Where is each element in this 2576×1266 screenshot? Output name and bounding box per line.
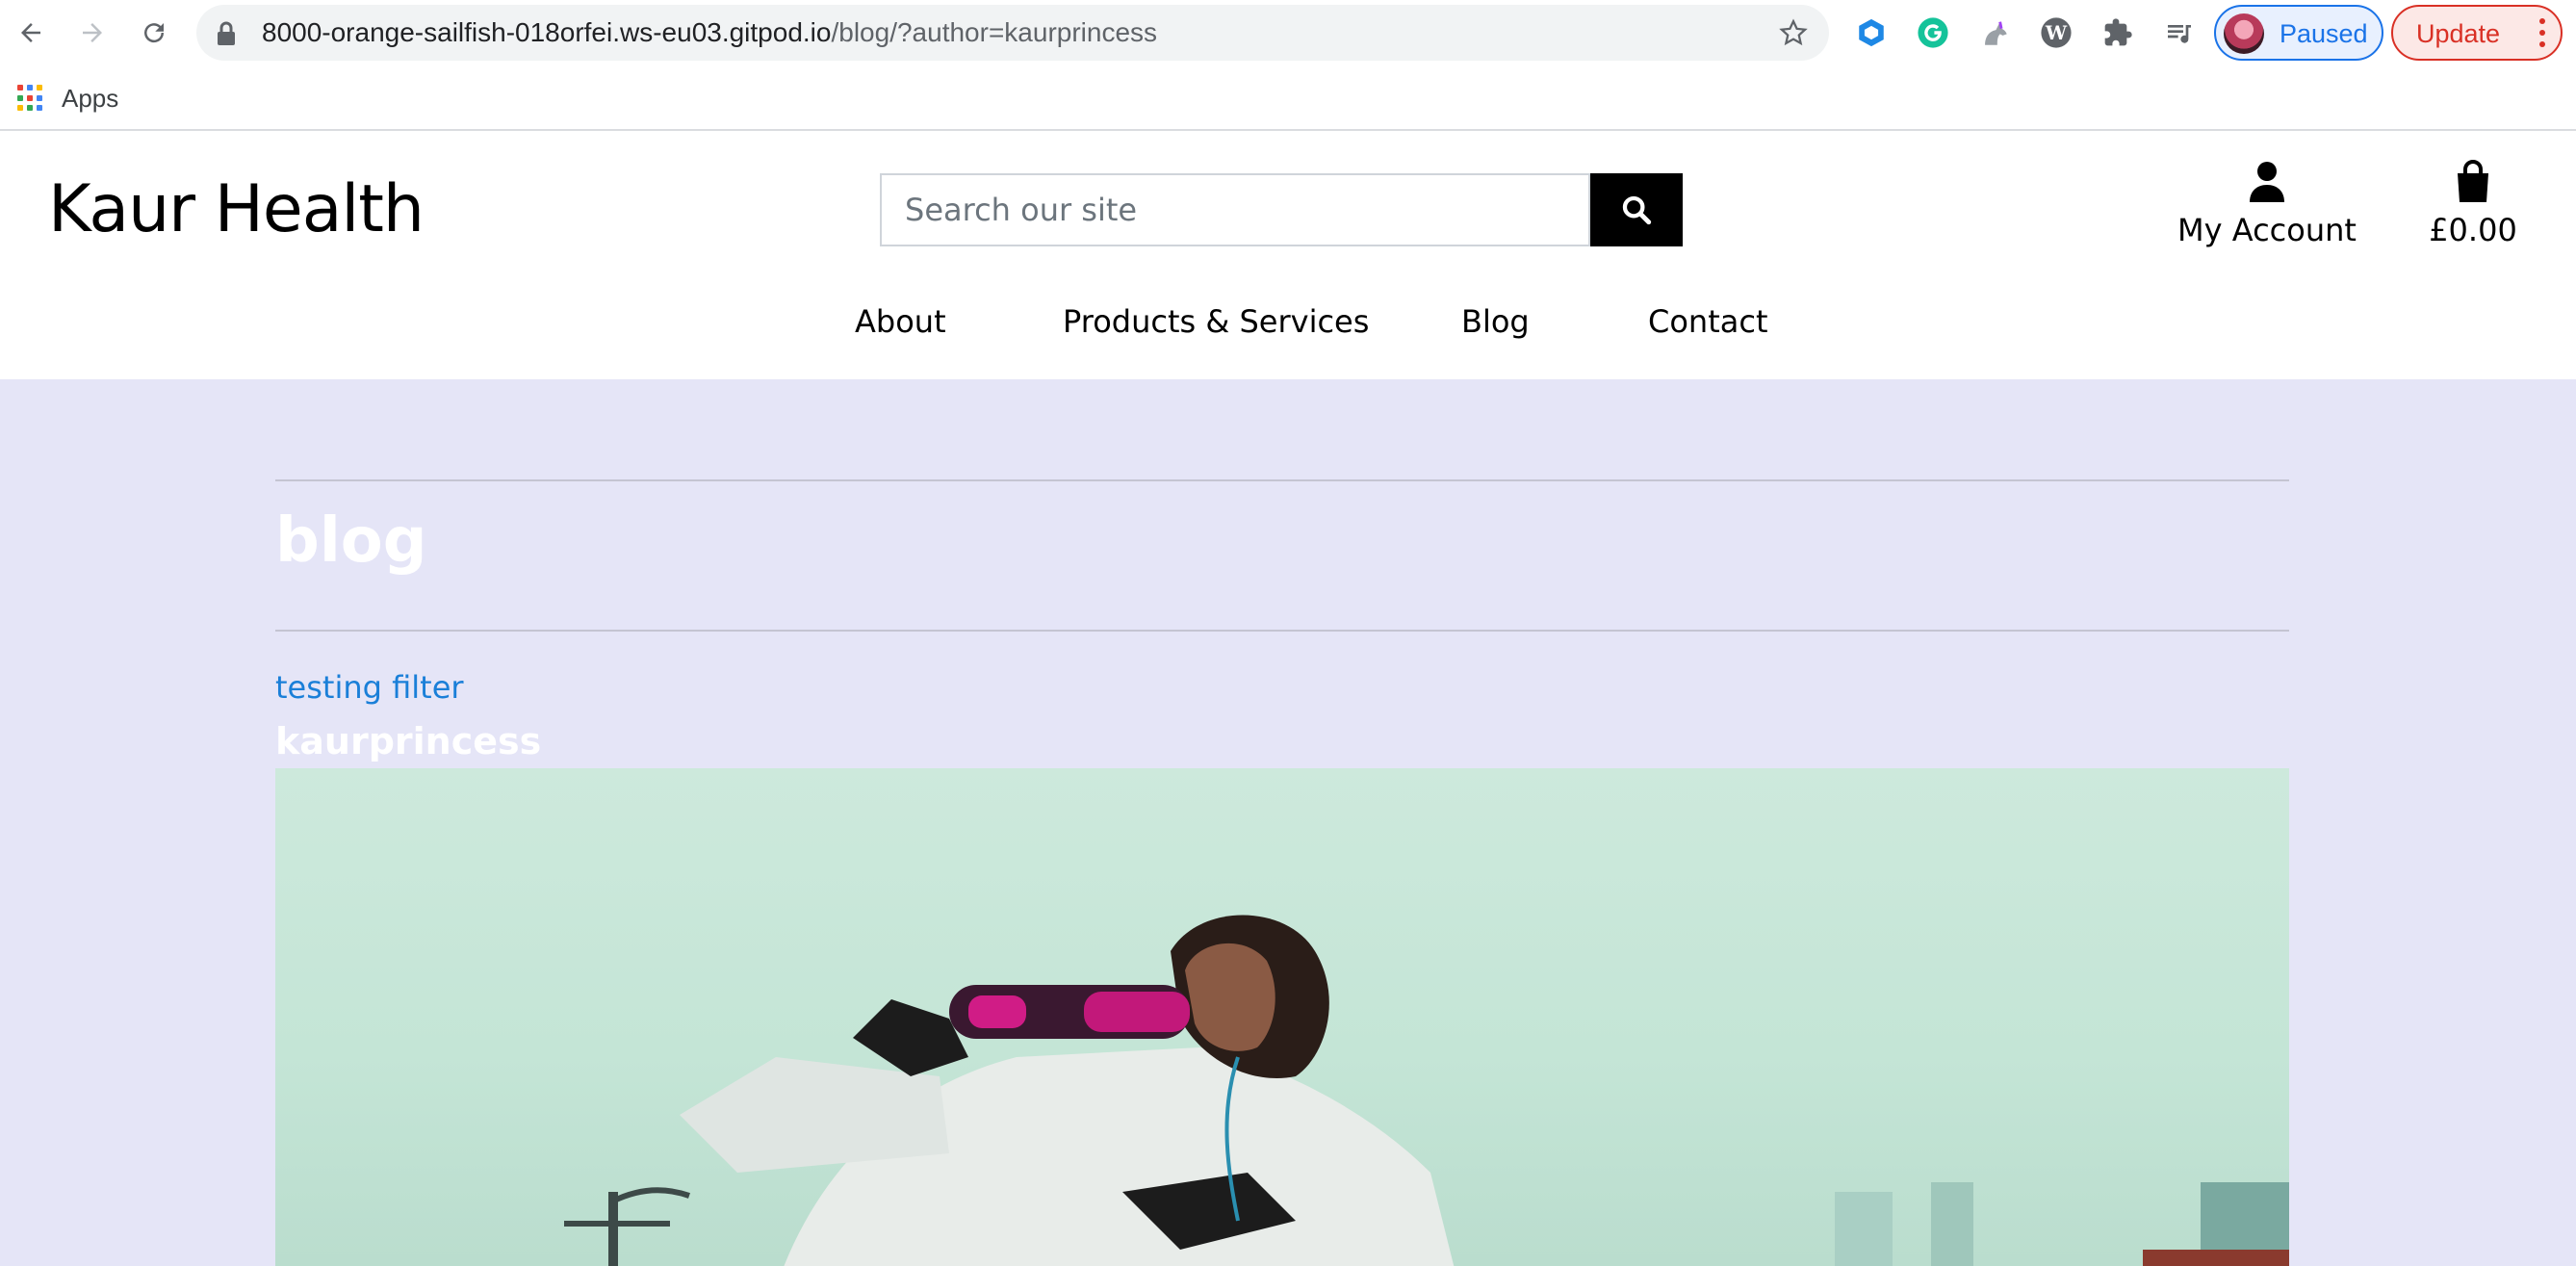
- page-title: blog: [275, 505, 427, 577]
- search-form: [880, 173, 1590, 246]
- profile-status-label: Paused: [2280, 19, 2368, 48]
- back-button[interactable]: [10, 12, 52, 54]
- search-icon: [1622, 195, 1652, 225]
- address-bar[interactable]: 8000-orange-sailfish-018orfei.ws-eu03.gi…: [196, 5, 1829, 61]
- kebab-menu-icon: [2539, 18, 2545, 51]
- search-button[interactable]: [1590, 173, 1683, 246]
- post-author: kaurprincess: [275, 720, 542, 762]
- site-logo[interactable]: Kaur Health: [48, 169, 425, 250]
- main-content: blog testing filter kaurprincess: [0, 379, 2576, 1266]
- shopping-bag-link[interactable]: £0.00: [2420, 160, 2526, 249]
- my-account-label: My Account: [2177, 212, 2357, 248]
- search-input[interactable]: [882, 175, 1588, 245]
- nav-blog[interactable]: Blog: [1461, 302, 1530, 341]
- profile-avatar: [2224, 13, 2264, 54]
- svg-text:W: W: [2045, 21, 2068, 44]
- url-path: /blog/?author=kaurprincess: [831, 17, 1158, 47]
- profile-paused-button[interactable]: Paused: [2214, 5, 2383, 61]
- reload-icon: [144, 23, 165, 43]
- woman-drinking-photo: [564, 915, 2289, 1266]
- unicorn-extension-icon[interactable]: [1975, 13, 2014, 52]
- main-navigation: About Products & Services Blog Contact: [0, 295, 2576, 352]
- bag-total: £0.00: [2429, 212, 2517, 248]
- bookmarks-bar: Apps: [0, 67, 2576, 131]
- url-text: 8000-orange-sailfish-018orfei.ws-eu03.gi…: [262, 16, 1157, 49]
- bookmark-star-icon[interactable]: [1779, 18, 1808, 47]
- shopping-bag-icon: [2458, 160, 2488, 202]
- apps-grid-icon[interactable]: [17, 85, 44, 112]
- puzzle-extensions-icon[interactable]: [2099, 13, 2137, 52]
- site-header: Kaur Health My Account £0.00 About Produ…: [0, 131, 2576, 379]
- cube-extension-icon[interactable]: [1852, 13, 1891, 52]
- nav-about[interactable]: About: [855, 302, 946, 341]
- bookmark-apps[interactable]: Apps: [62, 83, 118, 114]
- lock-icon: [218, 21, 235, 45]
- update-label: Update: [2416, 19, 2501, 48]
- divider-top: [275, 479, 2289, 481]
- back-arrow-icon: [21, 23, 40, 42]
- wordpress-icon[interactable]: W: [2037, 13, 2075, 52]
- nav-contact[interactable]: Contact: [1648, 302, 1768, 341]
- my-account-link[interactable]: My Account: [2176, 160, 2358, 249]
- divider-bottom: [275, 630, 2289, 632]
- nav-products-services[interactable]: Products & Services: [1063, 302, 1369, 341]
- update-button[interactable]: Update: [2391, 5, 2563, 61]
- forward-arrow-icon: [83, 23, 102, 42]
- reading-list-icon[interactable]: [2160, 13, 2199, 52]
- reload-button[interactable]: [133, 12, 175, 54]
- forward-button[interactable]: [71, 12, 114, 54]
- browser-toolbar: 8000-orange-sailfish-018orfei.ws-eu03.gi…: [0, 0, 2576, 67]
- post-featured-image[interactable]: [275, 768, 2289, 1266]
- grammarly-icon[interactable]: [1914, 13, 1952, 52]
- url-host: 8000-orange-sailfish-018orfei.ws-eu03.gi…: [262, 17, 832, 47]
- user-icon: [2250, 162, 2284, 202]
- post-title-link[interactable]: testing filter: [275, 668, 464, 707]
